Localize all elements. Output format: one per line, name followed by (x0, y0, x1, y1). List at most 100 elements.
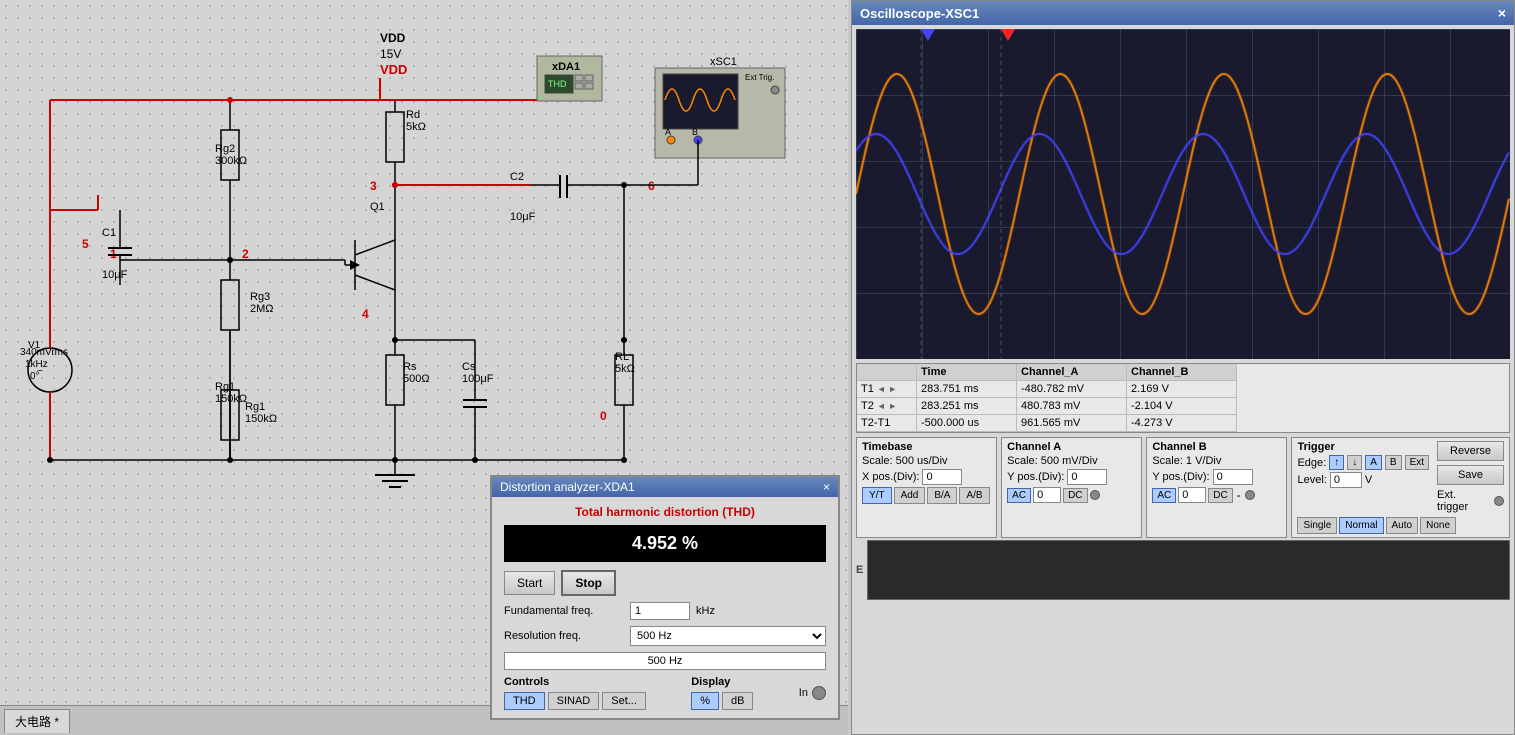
svg-text:C2: C2 (510, 171, 524, 183)
svg-text:15V: 15V (380, 47, 401, 61)
sinad-button[interactable]: SINAD (548, 692, 600, 710)
fundamental-freq-input[interactable] (630, 602, 690, 620)
t1-label[interactable]: T1 ◄ ► (857, 381, 917, 398)
timing-table: Time Channel_A Channel_B T1 ◄ ► 283.751 … (856, 363, 1510, 433)
cha-ac-button[interactable]: AC (1007, 488, 1031, 503)
osc-screen (856, 29, 1510, 359)
display-btn-group: % dB (691, 692, 753, 710)
t2-chb: -2.104 V (1127, 398, 1237, 415)
svg-text:Rg1: Rg1 (215, 381, 235, 393)
timebase-scale-value: 500 us/Div (896, 455, 948, 467)
edge-fall-button[interactable]: ↓ (1347, 455, 1362, 470)
chan-a-button[interactable]: A (1365, 455, 1382, 470)
add-button[interactable]: Add (894, 487, 926, 504)
timebase-scale-label: Scale: (862, 455, 893, 467)
t2t1-cha: 961.565 mV (1017, 415, 1127, 432)
db-button[interactable]: dB (722, 692, 753, 710)
chb-offset-input[interactable] (1178, 487, 1206, 503)
auto-button[interactable]: Auto (1386, 517, 1419, 534)
circuit-tab[interactable]: 大电路 * (4, 709, 70, 733)
cha-dc-button[interactable]: DC (1063, 488, 1087, 503)
t1-chb: 2.169 V (1127, 381, 1237, 398)
da-thd-title: Total harmonic distortion (THD) (504, 505, 826, 519)
timebase-mode-row: Y/T Add B/A A/B (862, 487, 991, 504)
timebase-xpos-input[interactable] (922, 469, 962, 485)
percent-button[interactable]: % (691, 692, 719, 710)
timebase-title: Timebase (862, 441, 991, 453)
osc-close-button[interactable]: × (1498, 5, 1506, 21)
svg-text:A: A (665, 127, 671, 137)
start-button[interactable]: Start (504, 571, 555, 595)
resolution-freq-select[interactable]: 500 Hz 1 kHz 2 kHz (630, 626, 826, 646)
svg-text:10μF: 10μF (510, 211, 536, 223)
da-bottom-row: Controls THD SINAD Set... Display % dB I… (504, 676, 826, 710)
svg-text:Cs: Cs (462, 361, 476, 373)
cha-ypos-label: Y pos.(Div): (1007, 471, 1064, 483)
cha-gnd-indicator (1090, 490, 1100, 500)
svg-text:B: B (692, 127, 698, 137)
channel-b-box: Channel B Scale: 1 V/Div Y pos.(Div): AC… (1146, 437, 1287, 538)
ext-trigger-row: Ext. trigger (1437, 489, 1504, 513)
normal-button[interactable]: Normal (1339, 517, 1383, 534)
fundamental-freq-unit: kHz (696, 605, 715, 617)
da-close-button[interactable]: × (823, 480, 830, 494)
svg-text:V1: V1 (28, 340, 41, 351)
edge-rise-button[interactable]: ↑ (1329, 455, 1344, 470)
svg-text:2: 2 (242, 247, 249, 261)
distortion-analyzer: Distortion analyzer-XDA1 × Total harmoni… (490, 475, 840, 720)
chan-ext-button[interactable]: Ext (1405, 455, 1429, 470)
osc-titlebar: Oscilloscope-XSC1 × (852, 1, 1514, 25)
t2-time: 283.251 ms (917, 398, 1017, 415)
svg-text:2MΩ: 2MΩ (250, 303, 274, 315)
level-input[interactable] (1330, 472, 1362, 488)
chb-acdc-group: AC DC - (1152, 487, 1281, 503)
set-button[interactable]: Set... (602, 692, 646, 710)
controls-label: Controls (504, 676, 646, 688)
svg-text:150kΩ: 150kΩ (215, 393, 247, 405)
cha-offset-input[interactable] (1033, 487, 1061, 503)
chb-minus-label: - (1235, 488, 1243, 502)
chb-ac-button[interactable]: AC (1152, 488, 1176, 503)
svg-text:VDD: VDD (380, 62, 407, 77)
cha-ypos-input[interactable] (1067, 469, 1107, 485)
thd-button[interactable]: THD (504, 692, 545, 710)
display-group: Display % dB (691, 676, 753, 710)
in-indicator: In (799, 686, 826, 700)
e-display (867, 540, 1510, 600)
svg-text:500Ω: 500Ω (403, 373, 430, 385)
chan-b-button[interactable]: B (1385, 455, 1402, 470)
da-title: Distortion analyzer-XDA1 (500, 480, 635, 494)
osc-waveform-canvas (856, 29, 1510, 359)
chb-gnd-indicator (1245, 490, 1255, 500)
chb-scale-label: Scale: (1152, 455, 1183, 467)
svg-text:Q1: Q1 (370, 201, 385, 213)
save-button[interactable]: Save (1437, 465, 1504, 485)
ab-button[interactable]: A/B (959, 487, 989, 504)
svg-text:xDA1: xDA1 (552, 61, 580, 73)
svg-text:5kΩ: 5kΩ (406, 121, 426, 133)
chb-ypos-input[interactable] (1213, 469, 1253, 485)
display-label: Display (691, 676, 753, 688)
svg-text:0: 0 (600, 409, 607, 423)
svg-text:Rg3: Rg3 (250, 291, 270, 303)
yt-button[interactable]: Y/T (862, 487, 892, 504)
none-button[interactable]: None (1420, 517, 1456, 534)
scale-controls: Timebase Scale: 500 us/Div X pos.(Div): … (856, 437, 1510, 538)
t2-label[interactable]: T2 ◄ ► (857, 398, 917, 415)
t1-time: 283.751 ms (917, 381, 1017, 398)
channel-a-title: Channel A (1007, 441, 1136, 453)
osc-title: Oscilloscope-XSC1 (860, 6, 979, 21)
thd-display: 4.952 % (504, 525, 826, 562)
ba-button[interactable]: B/A (927, 487, 957, 504)
stop-button[interactable]: Stop (561, 570, 616, 596)
trigger-title: Trigger (1297, 441, 1429, 453)
reverse-button[interactable]: Reverse (1437, 441, 1504, 461)
single-button[interactable]: Single (1297, 517, 1337, 534)
ext-trigger-dot (1494, 496, 1504, 506)
edge-label: Edge: (1297, 457, 1326, 469)
t2t1-time: -500.000 us (917, 415, 1017, 432)
chb-dc-button[interactable]: DC (1208, 488, 1232, 503)
level-unit: V (1365, 474, 1372, 486)
in-label: In (799, 687, 808, 699)
svg-text:10μF: 10μF (102, 269, 128, 281)
